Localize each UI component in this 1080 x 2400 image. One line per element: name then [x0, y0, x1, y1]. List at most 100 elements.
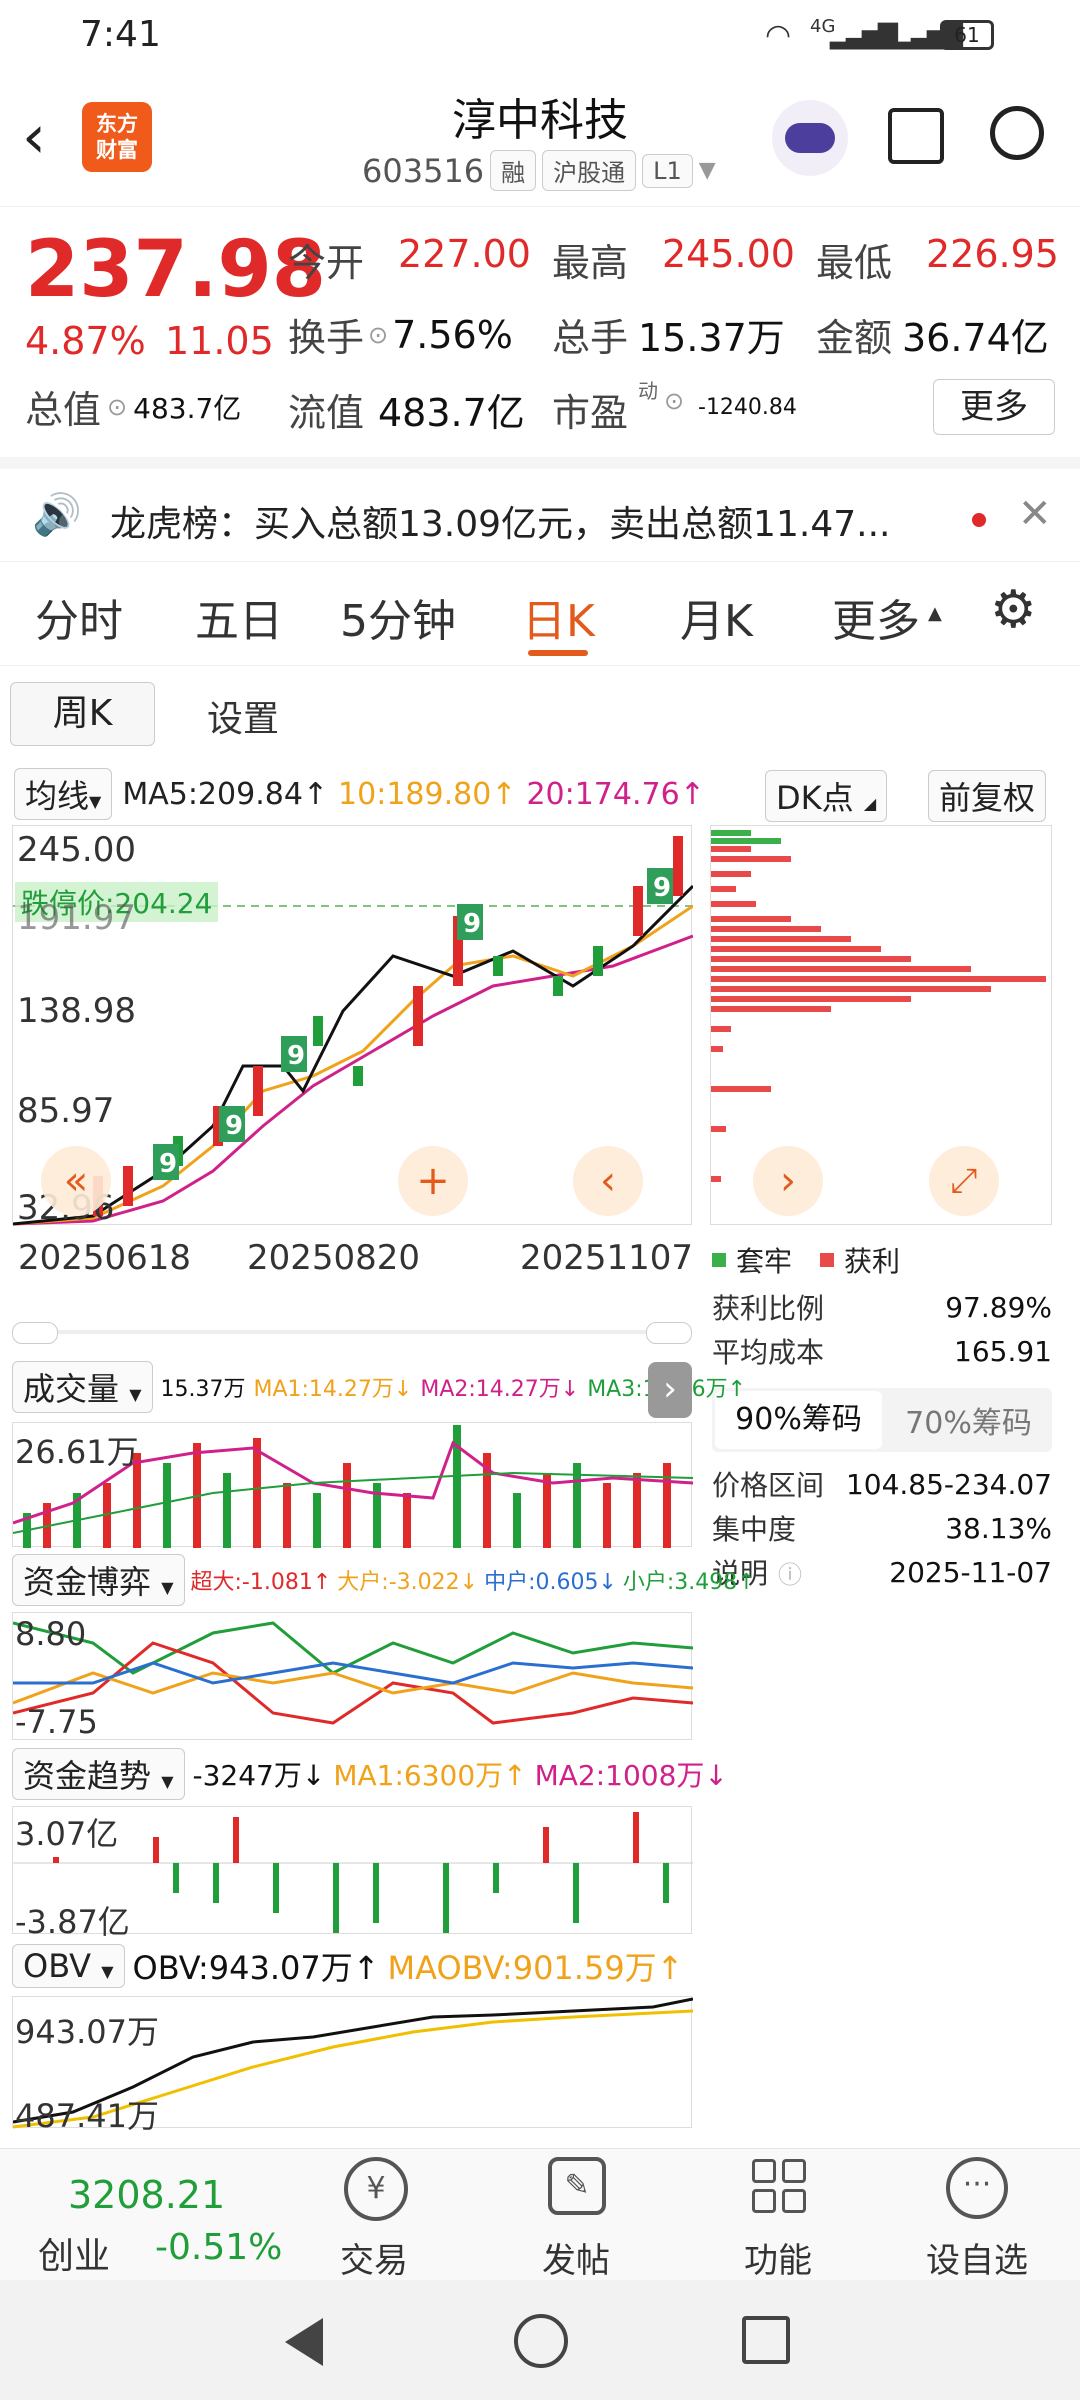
- ma10-value: 10:189.80↑: [338, 776, 517, 812]
- tab-70-chip[interactable]: 70%筹码: [885, 1398, 1052, 1442]
- change-amount: 11.05: [165, 319, 274, 363]
- small-value: 小户:3.498↑: [622, 1570, 756, 1595]
- scroll-handle-left[interactable]: [12, 1322, 58, 1344]
- tab-intraday[interactable]: 分时: [35, 585, 123, 649]
- pe-superscript: 动: [638, 379, 658, 403]
- collapse-panel-icon[interactable]: ›: [648, 1362, 692, 1418]
- x-label-3: 20251107: [520, 1238, 694, 1278]
- speaker-icon: 🔊: [32, 492, 82, 538]
- fund-trend-selector[interactable]: 资金趋势 ▼: [12, 1748, 185, 1800]
- volume-chart[interactable]: 26.61万: [12, 1422, 694, 1548]
- gear-icon[interactable]: ⚙: [990, 580, 1037, 640]
- chip-legend: 套牢 获利: [712, 1240, 900, 1280]
- tab-5day[interactable]: 五日: [195, 585, 283, 649]
- volume-ma1: MA1:14.27万↓: [253, 1377, 413, 1402]
- zoom-in-icon[interactable]: +: [398, 1146, 468, 1216]
- home-circle-icon[interactable]: [514, 2314, 568, 2368]
- close-icon[interactable]: ✕: [1018, 491, 1052, 537]
- chevron-down-icon[interactable]: ▼: [699, 158, 716, 183]
- legend-trapped: 套牢: [736, 1245, 793, 1278]
- fund-trend-header: 资金趋势 ▼ -3247万↓ MA1:6300万↑ MA2:1008万↓: [12, 1748, 728, 1800]
- fund-trend-chart[interactable]: 3.07亿 -3.87亿: [12, 1806, 693, 1941]
- fund-game-selector-label: 资金博弈: [23, 1563, 152, 1601]
- signal-icon: ▂▃▅▇: [830, 20, 898, 50]
- amount-label: 金额: [816, 316, 893, 360]
- info-icon[interactable]: ⊙: [664, 387, 684, 415]
- chip-distribution-chart[interactable]: › ⤢: [710, 825, 1052, 1225]
- search-icon[interactable]: [990, 106, 1044, 160]
- recents-square-icon[interactable]: [742, 2316, 790, 2364]
- rewind-icon[interactable]: «: [41, 1146, 111, 1216]
- bottom-nav: 3208.21 创业 -0.51% ¥ 交易 ✎ 发帖 功能 ··· 设自选: [0, 2148, 1080, 2282]
- tab-monthly-k[interactable]: 月K: [680, 585, 753, 649]
- last-price: 237.98: [25, 225, 326, 315]
- y-label-2: 191.97: [17, 898, 136, 938]
- pe-value: -1240.84: [698, 395, 797, 420]
- obv-y-top: 943.07万: [15, 2013, 159, 2051]
- assistant-robot-icon[interactable]: [772, 100, 848, 176]
- expand-icon[interactable]: ⤢: [929, 1146, 999, 1216]
- obv-selector[interactable]: OBV ▼: [12, 1944, 125, 1988]
- adjust-button[interactable]: 前复权: [928, 770, 1047, 822]
- tab-more[interactable]: 更多: [832, 585, 920, 649]
- nav-post-label[interactable]: 发帖: [542, 2233, 610, 2282]
- fund-trend-selector-label: 资金趋势: [23, 1757, 152, 1795]
- maobv-value: MAOBV:901.59万↑: [387, 1949, 684, 1987]
- nav-function-label[interactable]: 功能: [744, 2233, 812, 2282]
- tag-connect: 沪股通: [542, 150, 637, 191]
- volume-value: 15.37万: [638, 316, 785, 360]
- amount-value: 36.74亿: [902, 316, 1049, 360]
- fund-game-svg: [12, 1621, 694, 1725]
- info-icon[interactable]: ⊙: [368, 321, 388, 349]
- share-icon[interactable]: [888, 108, 944, 164]
- next-icon[interactable]: ›: [753, 1146, 823, 1216]
- fund-trend-value: -3247万↓: [192, 1759, 326, 1792]
- unread-dot-icon: [972, 513, 986, 527]
- index-value[interactable]: 3208.21: [68, 2173, 225, 2217]
- volume-selector[interactable]: 成交量 ▼: [12, 1361, 153, 1413]
- ma-selector-label: 均线: [25, 777, 90, 815]
- open-label: 今开: [288, 241, 365, 285]
- mid-value: 中户:0.605↓: [484, 1570, 617, 1595]
- back-triangle-icon[interactable]: [285, 2318, 323, 2366]
- volume-y-label: 26.61万: [15, 1433, 139, 1471]
- tab-daily-k[interactable]: 日K: [522, 585, 595, 649]
- subtab-weekly[interactable]: 周K: [10, 682, 155, 746]
- caret-icon: ◢: [863, 794, 877, 813]
- ma5-value: MA5:209.84↑: [122, 776, 329, 812]
- fund-game-chart[interactable]: 8.80 -7.75: [12, 1612, 694, 1741]
- super-large-value: 超大:-1.081↑: [190, 1570, 332, 1595]
- post-icon[interactable]: ✎: [548, 2157, 606, 2215]
- subtab-settings[interactable]: 设置: [207, 690, 279, 742]
- scroll-track[interactable]: [12, 1322, 692, 1344]
- battery-icon: 61: [940, 20, 994, 50]
- status-bar: 7:41 ◠ 4G ▂▃▅▇ ▂▃▅▇ 61: [0, 0, 1080, 72]
- tab-5min[interactable]: 5分钟: [340, 585, 456, 649]
- info-icon[interactable]: ⊙: [107, 393, 127, 421]
- prev-icon[interactable]: ‹: [573, 1146, 643, 1216]
- fund-trend-y-bottom: -3.87亿: [15, 1903, 130, 1941]
- kline-chart[interactable]: 9 9 9 9 9 245.00 跌停价:204.24 191.97 138.9…: [12, 825, 695, 1228]
- more-button[interactable]: 更多: [933, 379, 1055, 435]
- chevron-down-icon: ▼: [89, 792, 102, 811]
- float-value: 483.7亿: [378, 391, 525, 435]
- trade-icon[interactable]: ¥: [344, 2157, 408, 2221]
- more-dots-icon[interactable]: ···: [946, 2157, 1008, 2219]
- volume-header: 成交量 ▼ 15.37万 MA1:14.27万↓ MA2:14.27万↓ MA3…: [12, 1361, 746, 1413]
- open-value: 227.00: [398, 232, 531, 276]
- nav-trade-label[interactable]: 交易: [340, 2233, 408, 2282]
- x-label-1: 20250618: [18, 1238, 192, 1278]
- nav-watchlist-label[interactable]: 设自选: [926, 2233, 1028, 2282]
- svg-text:9: 9: [463, 909, 481, 939]
- ma-selector[interactable]: 均线▼: [14, 768, 113, 820]
- obv-chart[interactable]: 943.07万 487.41万: [12, 1996, 694, 2135]
- large-value: 大户:-3.022↓: [337, 1570, 479, 1595]
- dk-point-button[interactable]: DK点 ◢: [765, 770, 888, 822]
- index-name: 创业: [38, 2236, 111, 2277]
- notice-bar[interactable]: 🔊 龙虎榜：买入总额13.09亿元，卖出总额11.47... ✕: [0, 457, 1080, 562]
- obv-value: OBV:943.07万↑: [132, 1949, 380, 1987]
- fund-game-selector[interactable]: 资金博弈 ▼: [12, 1554, 185, 1606]
- scroll-handle-right[interactable]: [646, 1322, 692, 1344]
- apps-icon[interactable]: [752, 2159, 806, 2213]
- info-icon[interactable]: ⓘ: [778, 1555, 802, 1590]
